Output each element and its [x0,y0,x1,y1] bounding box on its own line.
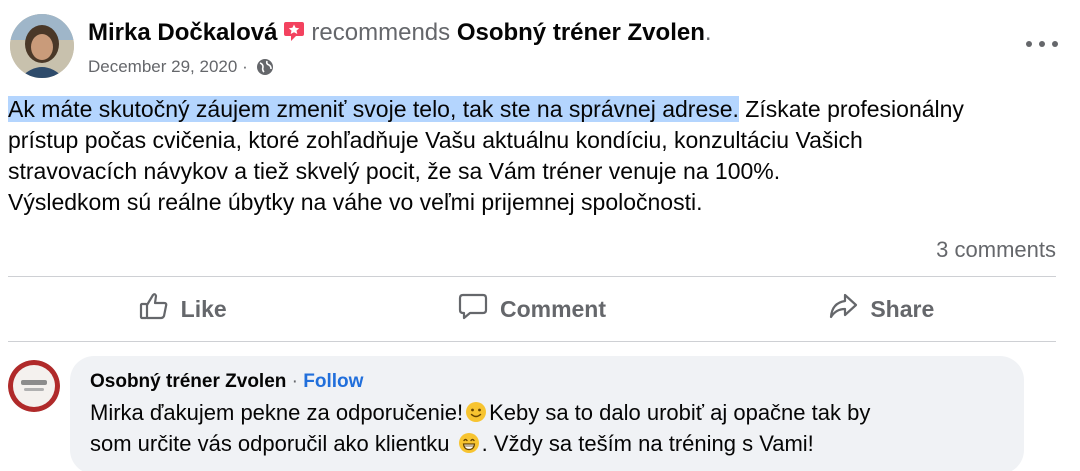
recommend-star-icon [283,20,305,42]
post-body-line-3: stravovacích návykov a tiež skvelý pocit… [8,158,781,184]
comment-bubble-icon [458,292,500,326]
divider [8,341,1056,342]
comment-author[interactable]: Osobný tréner Zvolen [90,371,286,392]
meta-separator: · [242,57,248,76]
post-date[interactable]: December 29, 2020 [88,57,237,76]
share-label: Share [870,295,935,322]
share-arrow-icon [828,292,870,326]
recommended-page-name[interactable]: Osobný tréner Zvolen [457,19,705,46]
comment-header: Osobný tréner Zvolen · Follow [90,370,1004,394]
author-name[interactable]: Mirka Dočkalová [88,19,277,46]
highlighted-text: Ak máte skutočný záujem zmeniť svoje tel… [8,96,739,122]
post-meta: December 29, 2020 · [88,54,988,78]
comment-text: Mirka ďakujem pekne za odporučenie! Keby … [90,397,1004,459]
more-options-icon[interactable] [1026,32,1058,56]
follow-button[interactable]: Follow [303,371,363,392]
slightly-smiling-face-icon [465,400,487,422]
post-body-line-1: Ak máte skutočný záujem zmeniť svoje tel… [8,94,1068,125]
comment-text-segment: . Vždy sa teším na tréning s Vami! [481,431,814,456]
share-button[interactable]: Share [707,278,1056,340]
post-body-line-2: prístup počas cvičenia, ktoré zohľadňuje… [8,127,863,153]
thumbs-up-icon [139,292,181,326]
like-button[interactable]: Like [8,278,357,340]
title-period: . [704,19,712,46]
post-body: Ak máte skutočný záujem zmeniť svoje tel… [8,94,1068,218]
comment-line-1: Mirka ďakujem pekne za odporučenie! Keby … [90,397,1004,428]
commenter-avatar[interactable] [8,360,60,412]
comment-text-segment: Keby sa to dalo urobiť aj opačne tak by [489,400,871,425]
comment-label: Comment [499,295,607,322]
comment-text-segment: Mirka ďakujem pekne za odporučenie! [90,400,464,425]
grinning-face-icon [458,431,480,453]
author-avatar[interactable] [10,14,74,78]
post-header-text: Mirka Dočkalová recommends Osobný tréner … [88,18,988,78]
comments-count[interactable]: 3 comments [936,236,1056,264]
comment-item: Osobný tréner Zvolen · Follow Mirka ďaku… [8,356,1068,471]
comment-separator: · [291,371,298,392]
divider [8,276,1056,277]
like-label: Like [180,295,227,322]
post-title-line: Mirka Dočkalová recommends Osobný tréner … [88,18,988,48]
globe-icon[interactable] [256,58,274,76]
recommends-text: recommends [311,19,451,46]
comment-bubble: Osobný tréner Zvolen · Follow Mirka ďaku… [70,356,1024,471]
post-header: Mirka Dočkalová recommends Osobný tréner … [10,14,1070,84]
post-body-line-4: Výsledkom sú reálne úbytky na váhe vo ve… [8,189,703,215]
post-actions: Like Comment Share [8,278,1056,340]
comment-button[interactable]: Comment [357,278,706,340]
comment-text-segment: som určite vás odporučil ako klientku [90,431,450,456]
comment-line-2: som určite vás odporučil ako klientku . … [90,428,1004,459]
post-body-line-1-rest: Získate profesionálny [738,96,964,122]
